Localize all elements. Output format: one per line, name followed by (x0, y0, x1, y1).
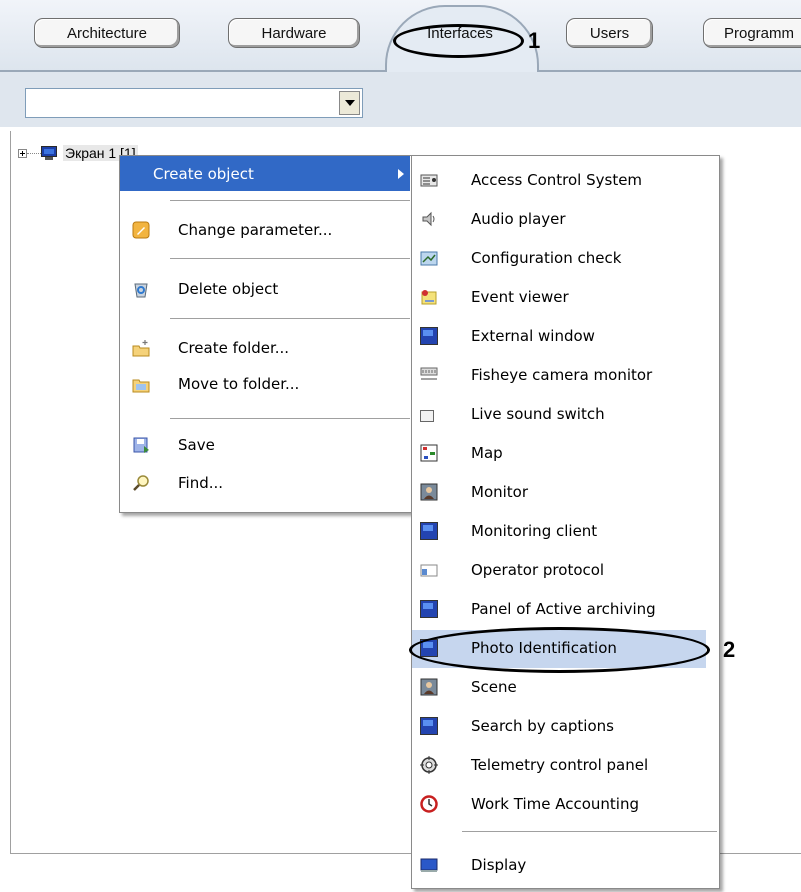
submenu-item-label: Fisheye camera monitor (471, 365, 653, 384)
submenu-item-label: Display (471, 855, 527, 874)
menu-item-find[interactable]: Find... (120, 466, 410, 500)
submenu-item-label: Search by captions (471, 716, 614, 735)
dropdown-button[interactable] (339, 91, 360, 115)
submenu-arrow-icon (398, 168, 404, 179)
submenu-item-telemetry-control-panel[interactable]: Telemetry control panel (412, 745, 717, 784)
submenu-item-label: Panel of Active archiving (471, 599, 656, 618)
menu-item-label: Save (178, 436, 215, 454)
callout-number-2: 2 (723, 637, 736, 662)
menu-separator (170, 258, 410, 259)
expand-icon[interactable] (18, 148, 27, 158)
speaker-icon (422, 211, 435, 226)
submenu-item-label: External window (471, 326, 595, 345)
submenu-item-monitor[interactable]: Monitor (412, 472, 717, 511)
submenu-item-fisheye-camera-monitor[interactable]: Fisheye camera monitor (412, 355, 717, 394)
menu-item-label: Delete object (178, 280, 279, 298)
event-viewer-icon (421, 289, 437, 304)
menu-separator (170, 318, 410, 319)
object-combo-box[interactable] (25, 88, 363, 118)
sound-switch-icon (420, 409, 434, 422)
submenu-item-display[interactable]: Display (412, 845, 717, 884)
save-icon (133, 437, 149, 453)
tab-hardware[interactable]: Hardware (228, 18, 360, 48)
submenu-item-search-by-captions[interactable]: Search by captions (412, 706, 717, 745)
submenu-item-label: Monitoring client (471, 521, 598, 540)
menu-separator (462, 831, 717, 832)
menu-item-move-to-folder[interactable]: Move to folder... (120, 367, 410, 401)
submenu-item-event-viewer[interactable]: Event viewer (412, 277, 717, 316)
access-control-icon (420, 174, 438, 186)
monitor-icon (420, 483, 438, 500)
chevron-down-icon (344, 100, 355, 106)
submenu-item-label: Operator protocol (471, 560, 605, 579)
move-folder-icon (132, 379, 150, 393)
display-icon (420, 858, 438, 872)
menu-item-save[interactable]: Save (120, 428, 410, 462)
submenu-item-label: Access Control System (471, 170, 643, 189)
map-icon (420, 444, 438, 461)
magnifier-icon (133, 475, 149, 491)
menu-item-label: Find... (178, 474, 224, 492)
menu-item-create-folder[interactable]: Create folder... (120, 331, 410, 365)
submenu-item-label: Configuration check (471, 248, 622, 267)
menu-item-change-parameter[interactable]: Change parameter... (120, 213, 410, 247)
submenu-item-external-window[interactable]: External window (412, 316, 717, 355)
submenu-item-operator-protocol[interactable]: Operator protocol (412, 550, 717, 589)
menu-item-label: Create object (153, 164, 254, 183)
callout-number-1: 1 (528, 28, 541, 53)
menu-separator (170, 418, 410, 419)
tab-programming[interactable]: Programm (703, 18, 801, 48)
submenu-item-label: Scene (471, 677, 517, 696)
submenu-item-label: Live sound switch (471, 404, 605, 423)
fisheye-icon (420, 367, 438, 379)
submenu-item-panel-of-active-archiving[interactable]: Panel of Active archiving (412, 589, 717, 628)
submenu-item-label: Work Time Accounting (471, 794, 639, 813)
menu-item-label: Change parameter... (178, 221, 333, 239)
context-menu: Create object Change parameter... Delete… (119, 155, 413, 513)
submenu-item-work-time-accounting[interactable]: Work Time Accounting (412, 784, 717, 823)
tree-connector (27, 152, 41, 154)
tab-users[interactable]: Users (566, 18, 653, 48)
menu-separator (170, 200, 410, 201)
protocol-icon (420, 564, 438, 576)
window-icon (420, 599, 438, 618)
create-object-submenu: Access Control System Audio player Confi… (411, 155, 720, 889)
pencil-icon (132, 221, 150, 239)
submenu-item-monitoring-client[interactable]: Monitoring client (412, 511, 717, 550)
window-icon (420, 521, 438, 540)
window-icon (420, 716, 438, 735)
menu-item-delete-object[interactable]: Delete object (120, 272, 410, 306)
screen-node-icon (41, 146, 57, 160)
submenu-item-access-control-system[interactable]: Access Control System (412, 160, 717, 199)
telemetry-icon (420, 755, 438, 774)
submenu-item-label: Telemetry control panel (471, 755, 649, 774)
config-check-icon (420, 251, 438, 265)
clock-icon (420, 794, 438, 813)
menu-item-label: Create folder... (178, 339, 290, 357)
submenu-item-label: Event viewer (471, 287, 569, 306)
submenu-item-label: Monitor (471, 482, 529, 501)
submenu-item-map[interactable]: Map (412, 433, 717, 472)
new-folder-icon (132, 340, 150, 357)
submenu-item-label: Map (471, 443, 503, 462)
submenu-item-configuration-check[interactable]: Configuration check (412, 238, 717, 277)
callout-ellipse-1 (393, 24, 524, 58)
submenu-item-label: Audio player (471, 209, 566, 228)
menu-item-create-object[interactable]: Create object (120, 156, 410, 191)
window-icon (420, 326, 438, 345)
callout-ellipse-2 (409, 627, 710, 673)
submenu-item-audio-player[interactable]: Audio player (412, 199, 717, 238)
tab-architecture[interactable]: Architecture (34, 18, 180, 48)
scene-icon (420, 678, 438, 695)
submenu-item-live-sound-switch[interactable]: Live sound switch (412, 394, 717, 433)
menu-item-label: Move to folder... (178, 375, 300, 393)
recycle-bin-icon (134, 283, 148, 298)
